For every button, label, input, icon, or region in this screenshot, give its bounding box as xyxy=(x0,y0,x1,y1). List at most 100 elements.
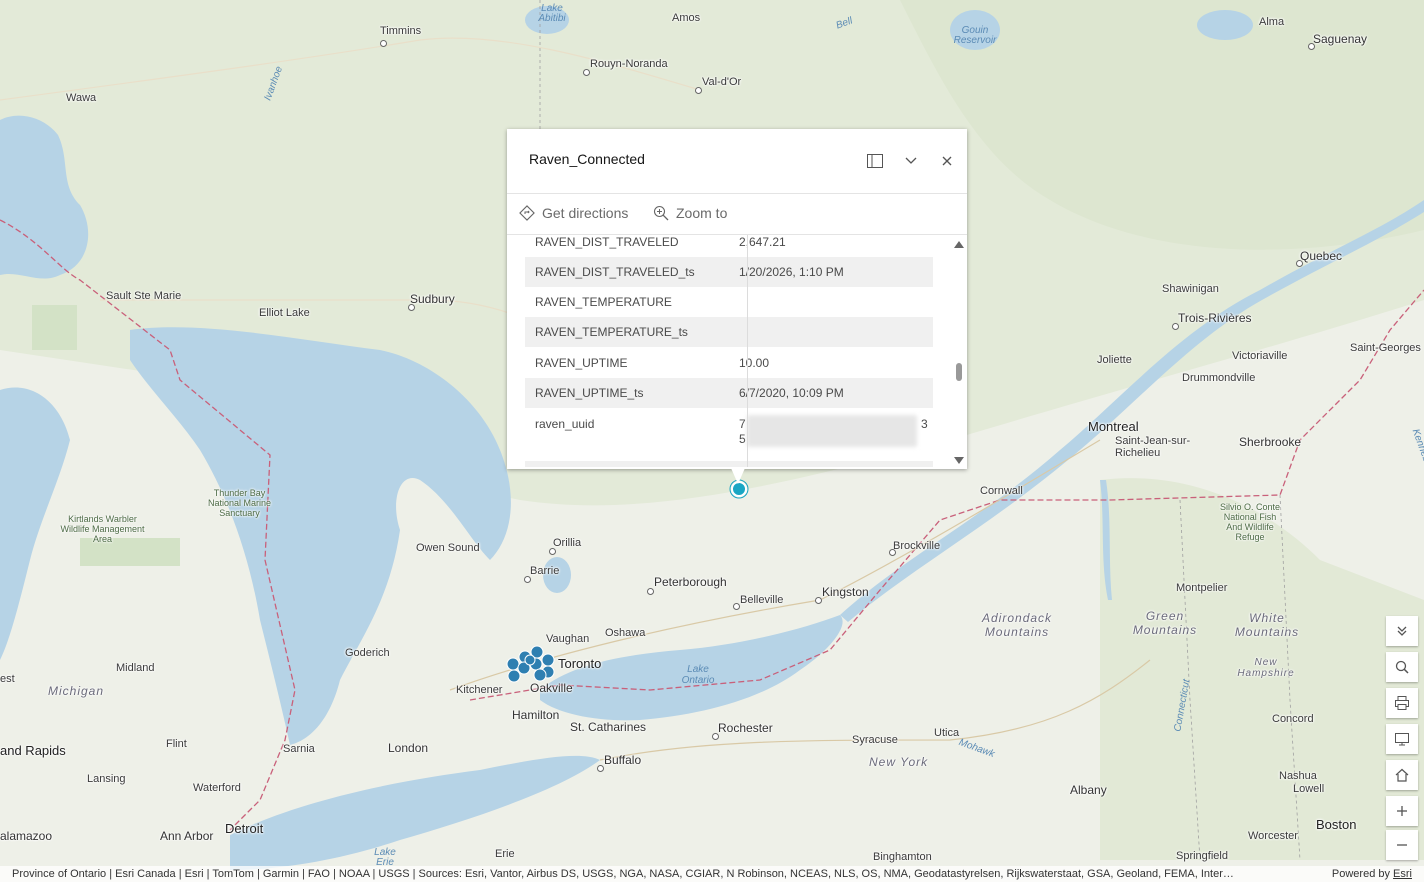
scroll-up-icon[interactable] xyxy=(954,241,964,248)
place-label: Owen Sound xyxy=(416,542,480,554)
field-name: RAVEN_DIST_TRAVELED xyxy=(535,235,679,249)
place-label: Montpelier xyxy=(1176,582,1228,594)
place-label: Rouyn-Noranda xyxy=(590,58,668,70)
place-label: est xyxy=(0,673,15,685)
place-label: Drummondville xyxy=(1182,372,1256,384)
region-label: Michigan xyxy=(48,684,105,698)
search-icon xyxy=(1395,660,1409,674)
place-label: Boston xyxy=(1316,817,1357,832)
place-label: Rochester xyxy=(718,721,773,735)
place-label: Kingston xyxy=(822,585,869,599)
home-icon xyxy=(1395,768,1409,782)
print-button[interactable] xyxy=(1386,688,1418,718)
field-value: 10.00 xyxy=(739,356,770,370)
table-row: RAVEN_TEMPERATURE_ts xyxy=(525,317,933,347)
park-label: Thunder Bay National Marine Sanctuary xyxy=(207,488,272,518)
field-value: 2,647.21 xyxy=(739,235,786,249)
place-label: Cornwall xyxy=(980,485,1023,497)
place-label: Saguenay xyxy=(1313,32,1368,46)
place-label: Midland xyxy=(116,662,155,674)
attribution-text[interactable]: Province of Ontario | Esri Canada | Esri… xyxy=(12,868,1234,880)
zoom-in-button[interactable] xyxy=(1386,796,1418,826)
place-label: Belleville xyxy=(740,594,784,606)
place-label: Worcester xyxy=(1248,830,1298,842)
place-label: Lowell xyxy=(1293,783,1325,795)
place-label: Binghamton xyxy=(873,851,932,863)
place-label: Orillia xyxy=(553,537,582,549)
place-label: Nashua xyxy=(1279,770,1317,782)
place-label: Joliette xyxy=(1097,354,1132,366)
field-value: 6/7/2020, 10:09 PM xyxy=(739,386,844,400)
zoom-out-button[interactable] xyxy=(1386,830,1418,860)
place-label: Saint-Georges xyxy=(1350,342,1421,354)
directions-icon xyxy=(519,205,535,221)
place-label: Flint xyxy=(166,738,187,750)
place-label: alamazoo xyxy=(0,829,53,843)
place-label: St. Catharines xyxy=(570,720,647,734)
zoom-in-icon xyxy=(653,205,669,221)
region-label: New Hampshire xyxy=(1237,657,1295,679)
place-label: Toronto xyxy=(558,656,602,671)
scroll-thumb[interactable] xyxy=(956,363,962,381)
park-label: Kirtlands Warbler Wildlife Management Ar… xyxy=(60,514,145,544)
place-label: Shawinigan xyxy=(1162,283,1219,295)
popup-pointer xyxy=(731,468,745,484)
print-icon xyxy=(1395,696,1409,710)
field-name: RAVEN_TEMPERATURE xyxy=(535,295,672,309)
chevrons-down-icon xyxy=(1397,626,1407,636)
place-label: Buffalo xyxy=(604,753,642,767)
table-row: RAVEN_TEMPERATURE xyxy=(525,287,933,317)
collapse-button[interactable] xyxy=(899,149,923,173)
chevron-down-icon xyxy=(905,157,917,164)
table-row: raven_uuid 7 3 5 xyxy=(525,409,933,461)
water-label: Lake Ontario xyxy=(681,664,715,686)
field-name: RAVEN_UPTIME xyxy=(535,356,628,370)
table-row: RAVEN_UPTIME_ts 6/7/2020, 10:09 PM xyxy=(525,378,933,408)
place-label: Alma xyxy=(1259,16,1285,28)
column-divider xyxy=(747,235,748,467)
esri-link[interactable]: Esri xyxy=(1393,868,1412,880)
feature-popup[interactable]: Raven_Connected Get directions Zoom to R… xyxy=(507,129,967,469)
table-row: RAVEN_UPTIME 10.00 xyxy=(525,348,933,378)
place-label: Wawa xyxy=(66,92,97,104)
scroll-down-icon[interactable] xyxy=(954,457,964,464)
place-label: Sarnia xyxy=(283,743,315,755)
place-label: Oakville xyxy=(530,681,573,695)
place-label: Kitchener xyxy=(456,684,503,696)
place-label: Sudbury xyxy=(410,292,455,306)
place-label: Elliot Lake xyxy=(259,307,310,319)
place-label: Vaughan xyxy=(546,633,590,645)
dock-icon xyxy=(867,154,883,168)
popup-header: Raven_Connected xyxy=(507,129,967,194)
dock-button[interactable] xyxy=(863,149,887,173)
search-button[interactable] xyxy=(1386,652,1418,682)
close-button[interactable] xyxy=(935,149,959,173)
field-name: RAVEN_DIST_TRAVELED_ts xyxy=(535,265,695,279)
place-label: Lansing xyxy=(87,773,126,785)
popup-title: Raven_Connected xyxy=(529,151,645,167)
water-label: Lake Abitibi xyxy=(538,3,566,24)
region-label: Green Mountains xyxy=(1132,609,1198,637)
selected-feature-marker[interactable] xyxy=(731,481,747,497)
place-label: Val-d'Or xyxy=(702,76,742,88)
field-name: RAVEN_UPTIME_ts xyxy=(535,386,644,400)
water-label: Lake Erie xyxy=(374,847,396,868)
place-label: Syracuse xyxy=(852,734,898,746)
place-label: Saint-Jean-sur-Richelieu xyxy=(1115,435,1191,459)
popup-scrollbar[interactable] xyxy=(952,235,966,467)
zoom-to-button[interactable]: Zoom to xyxy=(653,205,727,221)
attribute-table[interactable]: RAVEN_DIST_TRAVELED 2,647.21 RAVEN_DIST_… xyxy=(525,235,933,467)
place-label: Hamilton xyxy=(512,708,560,722)
table-row: RAVEN_DIST_TRAVELED_ts 1/20/2026, 1:10 P… xyxy=(525,257,933,287)
field-value-line2: 5 xyxy=(739,432,746,446)
collapse-toolbar-button[interactable] xyxy=(1386,616,1418,646)
place-label: Oshawa xyxy=(605,627,646,639)
place-label: Sault Ste Marie xyxy=(106,290,182,302)
home-button[interactable] xyxy=(1386,760,1418,790)
region-label: Adirondack Mountains xyxy=(982,611,1053,639)
get-directions-button[interactable]: Get directions xyxy=(519,205,628,221)
field-value-end: 3 xyxy=(921,417,928,431)
water-label: Gouin Reservoir xyxy=(953,25,997,46)
presentation-button[interactable] xyxy=(1386,724,1418,754)
place-label: Erie xyxy=(495,848,515,860)
